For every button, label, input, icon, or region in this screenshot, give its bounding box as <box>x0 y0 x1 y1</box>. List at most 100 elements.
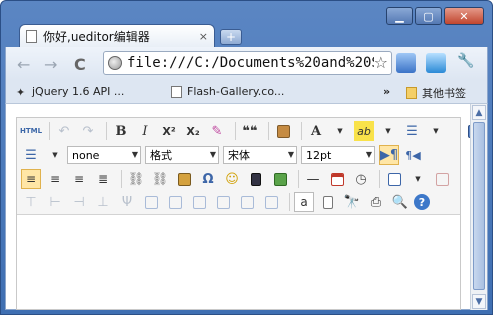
superscript-button[interactable]: X² <box>159 121 179 141</box>
italic-button[interactable]: I <box>135 121 155 141</box>
bookmark-label: jQuery 1.6 API ... <box>32 85 125 98</box>
ordered-list-icon[interactable]: ☰ <box>402 121 422 141</box>
merge-right-icon[interactable] <box>165 192 185 212</box>
screenshot-extension-icon[interactable] <box>426 53 446 73</box>
chevron-down-icon[interactable]: ▼ <box>426 121 446 141</box>
chevron-down-icon: ▼ <box>131 150 138 159</box>
align-justify-icon[interactable]: ≣ <box>93 169 113 189</box>
scrollbar-thumb[interactable] <box>473 122 485 290</box>
font-color-button[interactable]: A <box>306 121 326 141</box>
page-icon <box>171 85 182 98</box>
undo-icon[interactable]: ↶ <box>54 121 74 141</box>
date-icon[interactable] <box>327 169 347 189</box>
chevron-down-icon: ▼ <box>287 150 294 159</box>
window-controls: ▁ ▢ ✕ <box>386 7 484 25</box>
chevron-down-icon[interactable]: ▼ <box>408 169 428 189</box>
chevron-down-icon: ▼ <box>209 150 216 159</box>
wrench-icon[interactable]: 🔧 <box>456 53 476 73</box>
align-left-icon[interactable]: ≡ <box>21 169 41 189</box>
blockquote-button[interactable]: ❝❝ <box>240 121 260 141</box>
folder-icon <box>406 87 417 99</box>
video-icon[interactable] <box>246 169 266 189</box>
eraser-icon[interactable]: ✎ <box>207 121 227 141</box>
maximize-icon[interactable]: ▢ <box>415 7 442 25</box>
bookmarks-bar: ✦ jQuery 1.6 API ... Flash-Gallery.co...… <box>5 80 488 104</box>
delete-row-icon[interactable]: ⊣ <box>69 192 89 212</box>
browser-tab[interactable]: 你好,ueditor编辑器 × <box>19 24 215 48</box>
delete-table-icon[interactable] <box>432 169 452 189</box>
unordered-list-icon[interactable]: ☰ <box>21 145 41 165</box>
preview-icon[interactable]: 🔍 <box>390 192 410 212</box>
new-tab-button[interactable]: + <box>220 29 242 45</box>
address-bar[interactable]: file:///C:/Documents%20and%20S ☆ <box>103 51 392 75</box>
chevron-down-icon[interactable]: ▼ <box>378 121 398 141</box>
align-right-icon[interactable]: ≡ <box>69 169 89 189</box>
insert-para-before-table-icon[interactable]: ⊤ <box>21 192 41 212</box>
unlink-icon[interactable]: ⛓ <box>150 169 170 189</box>
forward-button[interactable]: → <box>44 55 57 74</box>
html-source-button[interactable]: HTML <box>20 121 42 141</box>
tab-close-icon[interactable]: × <box>199 30 208 43</box>
align-center-icon[interactable]: ≡ <box>45 169 65 189</box>
insert-row-icon[interactable]: ⊢ <box>45 192 65 212</box>
emotion-icon[interactable]: ☺ <box>222 169 242 189</box>
insert-col-icon[interactable]: ⊥ <box>93 192 113 212</box>
bold-button[interactable]: B <box>111 121 131 141</box>
special-chars-button[interactable]: Ω <box>198 169 218 189</box>
minimize-icon[interactable]: ▁ <box>386 7 413 25</box>
split-rows-icon[interactable] <box>237 192 257 212</box>
ueditor: HTML ↶ ↷ B I X² X₂ ✎ ❝❝ A ▼ ab ▼ ☰ ▼ ☰ ▼… <box>16 117 481 310</box>
font-family-value: 宋体 <box>228 149 250 162</box>
chevron-down-icon: ▼ <box>365 150 372 159</box>
font-family-select[interactable]: 宋体 ▼ <box>223 146 297 164</box>
scroll-down-icon[interactable]: ▼ <box>472 294 486 309</box>
font-size-value: 12pt <box>306 148 332 162</box>
page-break-icon[interactable] <box>318 192 338 212</box>
subscript-button[interactable]: X₂ <box>183 121 203 141</box>
paragraph-format-select[interactable]: 格式 ▼ <box>145 146 219 164</box>
redo-icon[interactable]: ↷ <box>78 121 98 141</box>
merge-down-icon[interactable] <box>189 192 209 212</box>
ltr-direction-button[interactable]: ▶¶ <box>379 145 399 165</box>
paste-plain-icon[interactable] <box>273 121 293 141</box>
other-bookmarks-folder[interactable]: 其他书签 <box>406 85 466 101</box>
anchor-button[interactable]: a <box>294 192 314 212</box>
globe-icon <box>108 56 122 70</box>
close-icon[interactable]: ✕ <box>444 7 484 25</box>
vertical-scrollbar[interactable]: ▲ ▼ <box>470 104 487 310</box>
merge-cells-icon[interactable] <box>141 192 161 212</box>
horizontal-rule-button[interactable]: — <box>303 169 323 189</box>
browser-toolbar: ← → C file:///C:/Documents%20and%20S ☆ 🔧 <box>5 47 488 80</box>
bookmarks-overflow-button[interactable]: » <box>383 85 390 98</box>
table-icon[interactable] <box>384 169 404 189</box>
editor-body[interactable] <box>17 216 460 309</box>
other-bookmarks-label: 其他书签 <box>422 87 466 100</box>
link-icon[interactable]: ⛓ <box>126 169 146 189</box>
bookmark-item[interactable]: ✦ jQuery 1.6 API ... <box>16 85 125 99</box>
extension-icon[interactable] <box>396 53 416 73</box>
url-text: file:///C:/Documents%20and%20S <box>127 55 380 71</box>
page-icon <box>26 30 37 43</box>
list-style-select[interactable]: none ▼ <box>67 146 141 164</box>
reload-button[interactable]: C <box>74 55 86 74</box>
scroll-up-icon[interactable]: ▲ <box>472 105 486 120</box>
delete-col-icon[interactable]: Ψ <box>117 192 137 212</box>
bookmark-item[interactable]: Flash-Gallery.co... <box>171 85 284 98</box>
tab-title: 你好,ueditor编辑器 <box>43 30 150 44</box>
split-cells-icon[interactable] <box>213 192 233 212</box>
font-size-select[interactable]: 12pt ▼ <box>301 146 375 164</box>
back-button[interactable]: ← <box>17 55 30 74</box>
editor-toolbar: HTML ↶ ↷ B I X² X₂ ✎ ❝❝ A ▼ ab ▼ ☰ ▼ ☰ ▼… <box>17 118 481 215</box>
print-icon[interactable]: ⎙ <box>366 192 386 212</box>
chevron-down-icon[interactable]: ▼ <box>330 121 350 141</box>
highlight-button[interactable]: ab <box>354 121 374 141</box>
time-icon[interactable]: ◷ <box>351 169 371 189</box>
gallery-icon[interactable] <box>270 169 290 189</box>
rtl-direction-button[interactable]: ¶◀ <box>403 145 423 165</box>
chevron-down-icon[interactable]: ▼ <box>45 145 65 165</box>
split-cols-icon[interactable] <box>261 192 281 212</box>
bookmark-star-icon[interactable]: ☆ <box>373 53 388 72</box>
image-icon[interactable] <box>174 169 194 189</box>
search-replace-icon[interactable]: 🔭 <box>342 192 362 212</box>
help-icon[interactable]: ? <box>414 194 430 210</box>
